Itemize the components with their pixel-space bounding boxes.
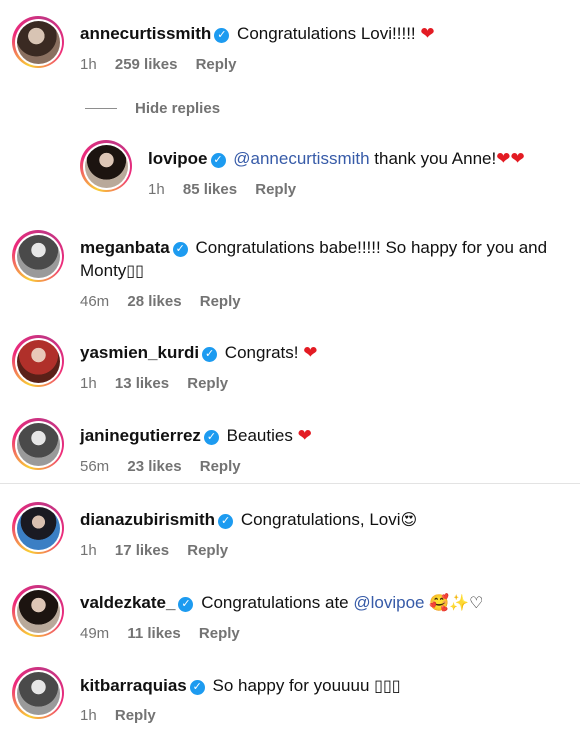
avatar[interactable] <box>12 502 64 554</box>
comment-time: 56m <box>80 458 110 475</box>
comment-text: Beauties <box>226 426 293 445</box>
avatar[interactable] <box>12 418 64 470</box>
comment-time: 1h <box>148 181 165 198</box>
comment-text: Congratulations Lovi!!!!! <box>237 24 416 43</box>
likes-count[interactable]: 259 likes <box>115 56 178 73</box>
avatar[interactable] <box>12 230 64 282</box>
section-divider <box>0 483 580 484</box>
reply-button[interactable]: Reply <box>200 458 241 475</box>
likes-count[interactable]: 28 likes <box>127 293 181 310</box>
username[interactable]: kitbarraquias <box>80 676 187 695</box>
verified-badge-icon: ✓ <box>210 153 226 168</box>
comment-text: Congratulations ate <box>201 593 354 612</box>
avatar[interactable] <box>12 335 64 387</box>
reply-button[interactable]: Reply <box>200 293 241 310</box>
heart-emoji: ❤ <box>420 24 435 43</box>
comment-time: 1h <box>80 375 97 392</box>
divider-line <box>85 108 117 109</box>
mention-link[interactable]: @lovipoe <box>353 593 424 612</box>
verified-badge-icon: ✓ <box>172 242 188 257</box>
username[interactable]: yasmien_kurdi <box>80 343 199 362</box>
reply-button[interactable]: Reply <box>196 56 237 73</box>
reply-button[interactable]: Reply <box>115 707 156 724</box>
reply-button[interactable]: Reply <box>255 181 296 198</box>
comment-text: Congratulations babe!!!!! So happy for y… <box>195 238 548 257</box>
verified-badge-icon: ✓ <box>214 28 230 43</box>
avatar[interactable] <box>12 16 64 68</box>
comment-time: 1h <box>80 707 97 724</box>
avatar[interactable] <box>12 585 64 637</box>
comment-time: 1h <box>80 542 97 559</box>
username[interactable]: annecurtissmith <box>80 24 211 43</box>
reply-button[interactable]: Reply <box>187 542 228 559</box>
verified-badge-icon: ✓ <box>189 680 205 695</box>
hide-replies-button[interactable]: Hide replies <box>85 100 220 117</box>
emoji-glyphs: ▯▯ <box>126 263 144 280</box>
comment-time: 46m <box>80 293 110 310</box>
username[interactable]: valdezkate_ <box>80 593 175 612</box>
comment-time: 1h <box>80 56 97 73</box>
username[interactable]: janinegutierrez <box>80 426 201 445</box>
verified-badge-icon: ✓ <box>218 514 234 529</box>
emoji-glyphs: 🥰✨♡ <box>429 595 484 612</box>
likes-count[interactable]: 17 likes <box>115 542 169 559</box>
hide-replies-label: Hide replies <box>135 100 221 117</box>
reply-button[interactable]: Reply <box>199 625 240 642</box>
comment-text: Congratulations, Lovi <box>240 510 401 529</box>
verified-badge-icon: ✓ <box>203 430 219 445</box>
username[interactable]: dianazubirismith <box>80 510 215 529</box>
likes-count[interactable]: 23 likes <box>127 458 181 475</box>
comment-text-cont: Monty <box>80 261 127 280</box>
likes-count[interactable]: 11 likes <box>127 625 180 642</box>
heart-emoji: ❤ <box>303 343 318 362</box>
verified-badge-icon: ✓ <box>178 597 194 612</box>
emoji-glyphs: ▯▯▯ <box>374 678 401 695</box>
comment-time: 49m <box>80 625 110 642</box>
comment-text: Congrats! <box>224 343 299 362</box>
likes-count[interactable]: 85 likes <box>183 181 237 198</box>
comment-text: thank you Anne! <box>369 149 497 168</box>
avatar[interactable] <box>80 140 132 192</box>
username[interactable]: meganbata <box>80 238 170 257</box>
verified-badge-icon: ✓ <box>202 347 218 362</box>
reply-button[interactable]: Reply <box>187 375 228 392</box>
username[interactable]: lovipoe <box>148 149 208 168</box>
mention-link[interactable]: @annecurtissmith <box>233 149 369 168</box>
comment-text: So happy for youuuu <box>212 676 370 695</box>
emoji-glyphs: 😍 <box>400 512 418 529</box>
heart-emoji: ❤❤ <box>496 149 525 168</box>
avatar[interactable] <box>12 667 64 719</box>
heart-emoji: ❤ <box>297 426 312 445</box>
likes-count[interactable]: 13 likes <box>115 375 169 392</box>
